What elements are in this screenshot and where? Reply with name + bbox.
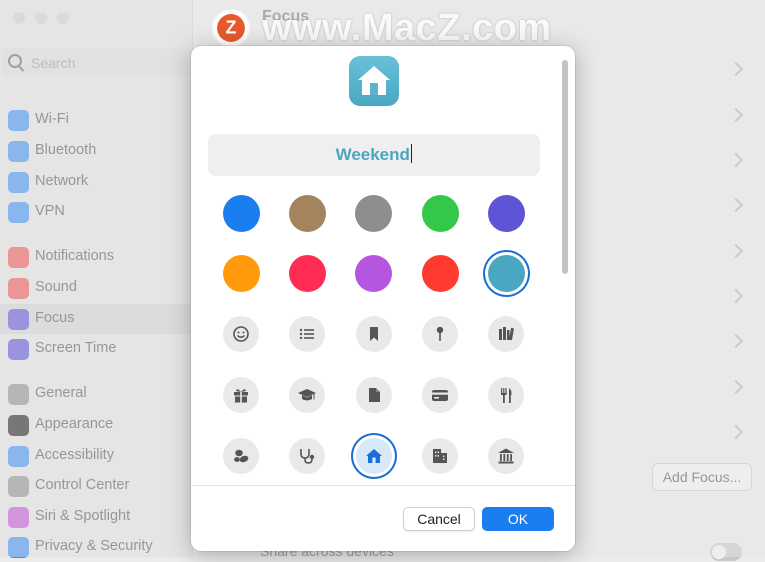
color-swatch[interactable] (422, 255, 459, 292)
color-swatch[interactable] (223, 195, 260, 232)
dialog-scroll-thumb[interactable] (562, 60, 568, 274)
bank-icon[interactable] (488, 438, 524, 474)
building-icon[interactable] (422, 438, 458, 474)
focus-name-value: Weekend (335, 145, 410, 164)
focus-header-house-icon (349, 56, 399, 106)
smiley-icon[interactable] (223, 316, 259, 352)
pin-icon[interactable] (422, 316, 458, 352)
gift-icon[interactable] (223, 377, 259, 413)
books-icon[interactable] (488, 316, 524, 352)
document-icon[interactable] (356, 377, 392, 413)
color-swatch[interactable] (422, 195, 459, 232)
color-swatch[interactable] (355, 255, 392, 292)
credit-card-icon[interactable] (422, 377, 458, 413)
fork-knife-icon[interactable] (488, 377, 524, 413)
color-swatch[interactable] (488, 255, 525, 292)
text-caret (410, 144, 413, 163)
list-icon[interactable] (289, 316, 325, 352)
focus-appearance-dialog: Weekend Cancel OK (191, 46, 575, 551)
graduation-cap-icon[interactable] (289, 377, 325, 413)
color-swatch[interactable] (289, 195, 326, 232)
color-swatch[interactable] (223, 255, 260, 292)
color-swatch[interactable] (289, 255, 326, 292)
watermark-text: www.MacZ.com (262, 7, 552, 49)
color-swatch[interactable] (355, 195, 392, 232)
stethoscope-icon[interactable] (289, 438, 325, 474)
macz-logo-icon (214, 11, 248, 45)
focus-name-field[interactable]: Weekend (208, 134, 540, 176)
pills-icon[interactable] (223, 438, 259, 474)
dialog-footer-divider (191, 485, 575, 486)
cancel-button[interactable]: Cancel (403, 507, 475, 531)
ok-button[interactable]: OK (482, 507, 554, 531)
bookmark-icon[interactable] (356, 316, 392, 352)
color-swatch[interactable] (488, 195, 525, 232)
house-icon[interactable] (356, 438, 392, 474)
